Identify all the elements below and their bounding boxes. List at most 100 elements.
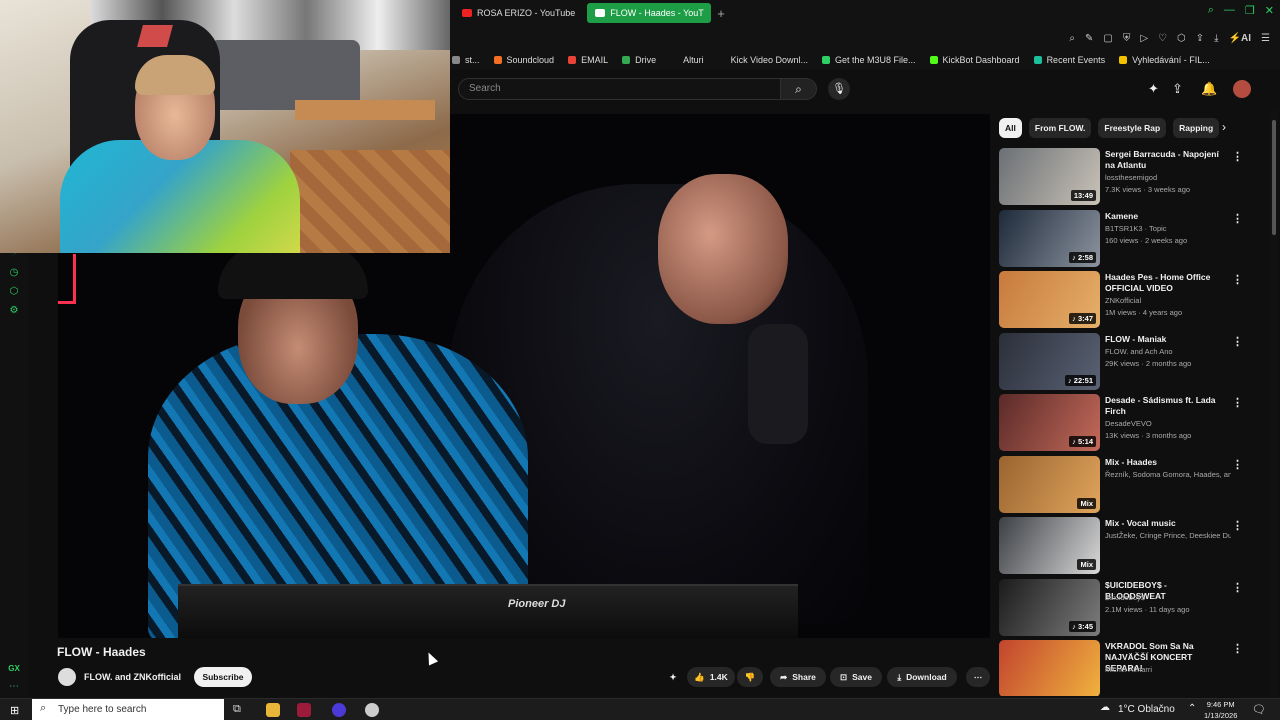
bookmark-item[interactable]: KickBot Dashboard: [929, 55, 1020, 65]
more-vert-icon[interactable]: ⋮: [1232, 396, 1243, 409]
clock[interactable]: 9:46 PM 1/13/2026: [1204, 699, 1237, 720]
bookmark-item[interactable]: Alturi: [670, 55, 704, 65]
subscribe-button[interactable]: Subscribe: [194, 667, 252, 687]
related-video-item[interactable]: ♪ 2:58 Kamene B1TSR1K3 · Topic 160 views · …: [999, 210, 1249, 268]
close-icon[interactable]: ✕: [1265, 4, 1274, 17]
file-explorer-icon[interactable]: [266, 703, 280, 717]
zoom-icon[interactable]: ⌕: [1069, 33, 1075, 44]
video-thumbnail[interactable]: ♪ 2:58: [999, 210, 1100, 267]
video-thumbnail[interactable]: ♪ 3:45: [999, 579, 1100, 636]
notifications-icon[interactable]: 🗨: [1252, 703, 1266, 716]
related-video-title[interactable]: Desade - Sádismus ft. Lada Firch: [1105, 395, 1227, 417]
more-vert-icon[interactable]: ⋮: [1232, 581, 1243, 594]
related-video-channel[interactable]: ZNKofficial: [1105, 296, 1231, 305]
task-view-icon[interactable]: ⧉: [233, 703, 247, 717]
related-video-channel[interactable]: JustŽeke, Cringe Prince, Deeskiee Dub, a…: [1105, 531, 1231, 540]
more-vert-icon[interactable]: ⋮: [1232, 335, 1243, 348]
related-video-item[interactable]: ♪ 3:45 $UICIDEBOY$ - BLOODSWEAT $uicideboy…: [999, 579, 1249, 637]
tray-chevron-icon[interactable]: ⌃: [1188, 703, 1196, 714]
create-icon[interactable]: ✦: [1148, 81, 1159, 97]
screenshot-icon[interactable]: ▢: [1103, 33, 1112, 44]
bookmark-item[interactable]: Vyhledávání - FIL...: [1119, 55, 1210, 65]
share-button[interactable]: ➦ Share: [770, 667, 826, 687]
extensions-icon[interactable]: ⬡: [1177, 33, 1186, 44]
related-video-channel[interactable]: Řezník, Sodoma Gomora, Haades, and m...: [1105, 470, 1231, 479]
settings-icon[interactable]: ⚙: [10, 305, 19, 316]
extensions-icon[interactable]: ⬡: [10, 286, 19, 297]
like-button[interactable]: 👍 1.4K: [687, 667, 735, 687]
bookmark-item[interactable]: Kick Video Downl...: [717, 55, 808, 65]
channel-name[interactable]: FLOW. and ZNKofficial: [84, 672, 181, 682]
related-video-channel[interactable]: Michel Almarri: [1105, 665, 1231, 674]
chevron-right-icon[interactable]: ›: [1222, 120, 1226, 134]
bookmark-item[interactable]: st...: [452, 55, 480, 65]
restore-icon[interactable]: ❐: [1245, 4, 1255, 17]
related-video-title[interactable]: Sergei Barracuda - Napojení na Atlantu: [1105, 149, 1227, 171]
related-video-item[interactable]: Mix Mix - Vocal music JustŽeke, Cringe Pri…: [999, 517, 1249, 575]
minimize-icon[interactable]: —: [1224, 4, 1235, 17]
more-vert-icon[interactable]: ⋮: [1232, 642, 1243, 655]
search-input[interactable]: Search: [458, 78, 781, 100]
bookmark-item[interactable]: Soundcloud: [493, 55, 554, 65]
related-video-item[interactable]: 13:49 Sergei Barracuda - Napojení na Atla…: [999, 148, 1249, 206]
bookmark-item[interactable]: Get the M3U8 File...: [821, 55, 916, 65]
related-video-channel[interactable]: B1TSR1K3 · Topic: [1105, 224, 1231, 233]
more-icon[interactable]: ⋯: [9, 681, 19, 692]
related-video-item[interactable]: ♪ 3:47 Haades Pes - Home Office OFFICIAL …: [999, 271, 1249, 329]
menu-icon[interactable]: ☰: [1261, 33, 1270, 44]
shield-icon[interactable]: ⛨: [1123, 33, 1131, 44]
windows-start-icon[interactable]: ⊞: [10, 704, 19, 717]
scrollbar-thumb[interactable]: [1272, 120, 1276, 235]
download-icon[interactable]: ⤓: [1214, 33, 1218, 44]
video-thumbnail[interactable]: Mix: [999, 517, 1100, 574]
related-video-title[interactable]: Mix - Vocal music: [1105, 518, 1227, 529]
related-video-channel[interactable]: FLOW. and Ach Ano: [1105, 347, 1231, 356]
chrome-icon[interactable]: [365, 703, 379, 717]
channel-avatar[interactable]: [58, 668, 76, 686]
video-thumbnail[interactable]: [999, 640, 1100, 696]
video-thumbnail[interactable]: ♪ 3:47: [999, 271, 1100, 328]
play-icon[interactable]: ▷: [1140, 33, 1148, 44]
more-vert-icon[interactable]: ⋮: [1232, 273, 1243, 286]
pin-icon[interactable]: ✎: [1085, 33, 1093, 44]
search-icon[interactable]: ⌕: [1208, 4, 1214, 17]
ai-icon[interactable]: ⚡AI: [1229, 33, 1251, 44]
avatar[interactable]: [1233, 80, 1251, 98]
related-video-title[interactable]: FLOW - Maniak: [1105, 334, 1227, 345]
tab-rosa-erizo[interactable]: ROSA ERIZO - YouTube: [454, 3, 583, 23]
video-thumbnail[interactable]: ♪ 5:14: [999, 394, 1100, 451]
related-video-channel[interactable]: $uicideboy$: [1105, 593, 1231, 602]
related-video-title[interactable]: Mix - Haades: [1105, 457, 1227, 468]
related-video-item[interactable]: ♪ 5:14 Desade - Sádismus ft. Lada Firch De…: [999, 394, 1249, 452]
more-vert-icon[interactable]: ⋮: [1232, 212, 1243, 225]
related-video-title[interactable]: Haades Pes - Home Office OFFICIAL VIDEO: [1105, 272, 1227, 294]
more-actions-button[interactable]: ⋯: [966, 667, 990, 687]
chip[interactable]: All: [999, 118, 1022, 138]
download-button[interactable]: ⤓ Download: [887, 667, 957, 687]
opera-gx-icon[interactable]: [297, 703, 311, 717]
bookmark-item[interactable]: EMAIL: [568, 55, 608, 65]
video-thumbnail[interactable]: 13:49: [999, 148, 1100, 205]
related-video-channel[interactable]: lossthesemigod: [1105, 173, 1231, 182]
related-video-item[interactable]: VKRADOL Som Sa Na NAJVÄČŠÍ KONCERT SEPAR…: [999, 640, 1249, 696]
chip[interactable]: Rapping: [1173, 118, 1220, 138]
chip[interactable]: From FLOW.: [1028, 118, 1092, 138]
more-vert-icon[interactable]: ⋮: [1232, 150, 1243, 163]
heart-icon[interactable]: ♡: [1158, 33, 1167, 44]
related-video-channel[interactable]: DesadeVEVO: [1105, 419, 1231, 428]
save-button[interactable]: ⊡ Save: [830, 667, 882, 687]
more-vert-icon[interactable]: ⋮: [1232, 519, 1243, 532]
upload-icon[interactable]: ⇪: [1172, 81, 1183, 97]
bookmark-item[interactable]: Recent Events: [1033, 55, 1105, 65]
search-button[interactable]: ⌕: [781, 78, 817, 100]
clock-icon[interactable]: ◷: [10, 267, 19, 278]
chip[interactable]: Freestyle Rap: [1098, 118, 1167, 138]
related-video-title[interactable]: Kamene: [1105, 211, 1227, 222]
notifications-icon[interactable]: 🔔: [1201, 81, 1217, 97]
dislike-button[interactable]: 👎: [737, 667, 763, 687]
create-clip-icon[interactable]: ✦: [664, 667, 682, 687]
tab-flow-haades[interactable]: FLOW - Haades - YouT: [587, 3, 712, 23]
share-icon[interactable]: ⇪: [1196, 33, 1204, 44]
video-thumbnail[interactable]: Mix: [999, 456, 1100, 513]
new-tab-button[interactable]: +: [717, 6, 725, 21]
